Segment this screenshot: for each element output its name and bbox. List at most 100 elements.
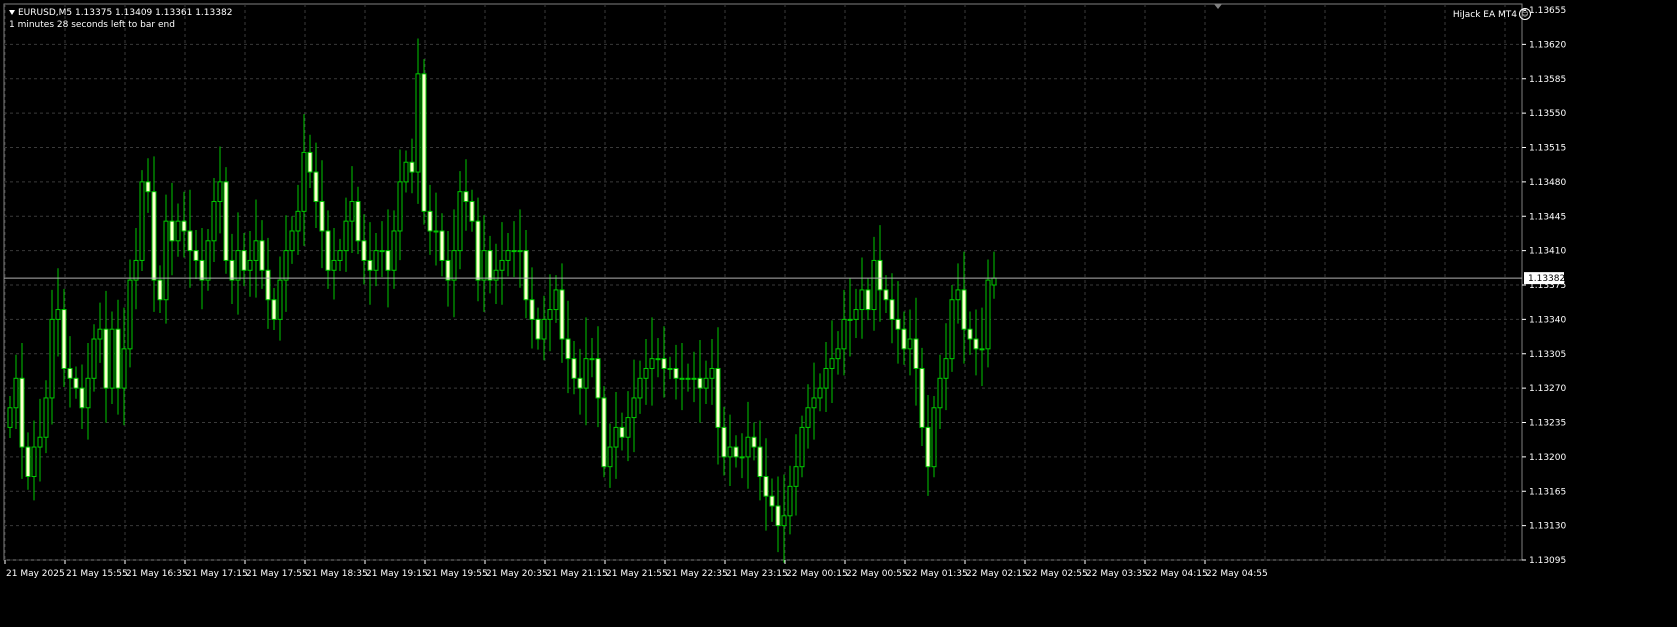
candle-body: [391, 230, 397, 271]
candle: [829, 320, 835, 403]
time-axis: 21 May 2025 21 May 15:5521 May 16:3521 Ma…: [4, 560, 1268, 579]
candle-body: [91, 338, 97, 379]
candle: [817, 373, 823, 412]
candle-body: [313, 171, 319, 203]
candle-body: [469, 201, 475, 222]
candle-body: [739, 456, 745, 459]
x-tick-label: 22 May 04:55: [1206, 569, 1268, 579]
candle-body: [607, 446, 613, 468]
candle: [211, 177, 217, 263]
x-tick-label: 21 May 23:15: [726, 569, 788, 579]
candle: [853, 288, 859, 338]
candle-body: [415, 73, 421, 173]
candle: [91, 324, 97, 392]
y-tick-label: 1.13620: [1529, 40, 1566, 50]
candle: [697, 340, 703, 423]
candle: [127, 259, 133, 368]
candle: [55, 268, 61, 357]
candle: [781, 474, 787, 563]
chart-shift-marker-icon[interactable]: [1214, 4, 1222, 9]
candle-body: [661, 358, 667, 369]
candle: [511, 221, 517, 278]
candle-body: [157, 279, 163, 301]
candle: [79, 364, 85, 429]
candle: [169, 182, 175, 276]
candle: [607, 423, 613, 488]
candle-body: [721, 426, 727, 458]
candle-body: [271, 299, 277, 320]
candle: [943, 323, 949, 411]
candle-body: [679, 377, 685, 380]
candle: [391, 210, 397, 289]
candle: [667, 356, 673, 380]
symbol-info: EURUSD,M5 1.13375 1.13409 1.13361 1.1338…: [9, 7, 232, 19]
candle: [115, 299, 121, 415]
candle: [133, 228, 139, 310]
candle: [229, 233, 235, 304]
candle: [673, 344, 679, 400]
candle-body: [649, 358, 655, 369]
x-tick-label: 21 May 19:15: [366, 569, 428, 579]
candle: [271, 287, 277, 330]
candle-body: [559, 289, 565, 340]
x-tick-label: 21 May 16:35: [126, 569, 188, 579]
candle-body: [757, 446, 763, 478]
candle: [295, 184, 301, 255]
y-tick-label: 1.13655: [1529, 6, 1566, 16]
smiley-icon: ☺: [1519, 8, 1531, 20]
price-chart[interactable]: 1.13655 1.13620 1.13585 1.13550 1.13515 1.134…: [0, 0, 1677, 627]
candle: [505, 232, 511, 277]
candle: [283, 215, 289, 312]
candle-body: [541, 318, 547, 340]
candle-body: [925, 426, 931, 468]
candle-body: [985, 279, 991, 350]
candle: [793, 434, 799, 516]
chevron-down-icon[interactable]: [9, 10, 15, 15]
x-tick-label: 21 May 15:55: [66, 569, 128, 579]
candle-body: [409, 161, 415, 173]
candle: [685, 363, 691, 392]
candle: [205, 229, 211, 291]
candle: [631, 359, 637, 453]
candle-body: [613, 426, 619, 448]
chart-window[interactable]: 1.13655 1.13620 1.13585 1.13550 1.13515 1.134…: [0, 0, 1677, 627]
y-tick-label: 1.13305: [1529, 350, 1566, 360]
candle: [151, 156, 157, 312]
candle-body: [355, 201, 361, 242]
x-tick-label: 21 May 18:35: [306, 569, 368, 579]
candle-body: [853, 309, 859, 320]
candle: [499, 222, 505, 305]
candle: [709, 339, 715, 405]
expert-advisor-label[interactable]: HiJack EA MT4: [1453, 9, 1517, 21]
candle-body: [829, 358, 835, 369]
y-tick-label: 1.13200: [1529, 453, 1566, 463]
candle-body: [187, 230, 193, 252]
current-price-text: 1.13382: [1528, 274, 1565, 284]
candle-body: [13, 377, 19, 409]
candle-body: [691, 377, 697, 380]
candle-body: [37, 436, 43, 448]
candle-body: [643, 367, 649, 379]
candle-body: [883, 289, 889, 301]
candle: [25, 432, 31, 490]
candle-body: [223, 181, 229, 261]
candle: [775, 476, 781, 553]
candle-body: [511, 250, 517, 253]
candle-body: [277, 279, 283, 320]
candle: [763, 438, 769, 531]
candle: [403, 150, 409, 193]
candle: [331, 228, 337, 300]
y-tick-label: 1.13165: [1529, 487, 1566, 497]
candle: [463, 159, 469, 231]
candle-body: [715, 367, 721, 428]
candle: [181, 191, 187, 258]
candle-body: [295, 210, 301, 232]
candle-body: [673, 367, 679, 379]
candle-body: [889, 299, 895, 320]
candle-body: [547, 309, 553, 320]
candle-body: [751, 436, 757, 448]
y-tick-label: 1.13340: [1529, 315, 1566, 325]
bar-countdown: 1 minutes 28 seconds left to bar end: [9, 20, 175, 30]
candle-body: [601, 397, 607, 468]
x-tick-label: 21 May 17:55: [246, 569, 308, 579]
